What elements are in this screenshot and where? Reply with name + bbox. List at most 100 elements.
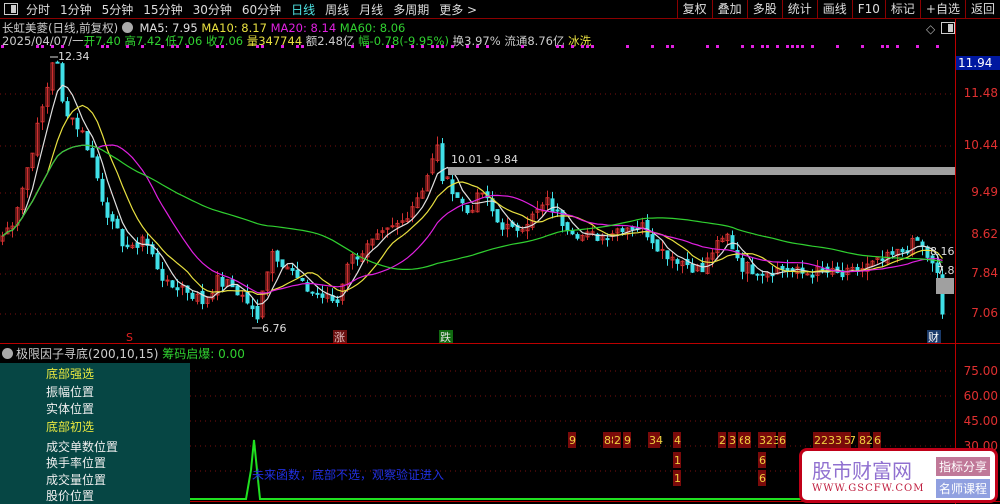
candle-body [390,225,395,228]
candle-body [335,299,340,303]
current-price-label: 11.94 [956,56,1000,70]
candle-body [165,279,170,282]
signal-dot [476,45,479,48]
dropdown-icon[interactable] [2,348,13,359]
price-axis-label: 7.84 [971,266,998,280]
signal-dot [126,45,129,48]
indicator-legend-item: 换手率位置 [46,456,107,470]
candle-body [290,268,295,271]
candle-body [80,130,85,133]
candle-body [565,222,570,232]
signal-dot [776,45,779,48]
logo-button-indicators[interactable]: 指标分享 [936,457,991,476]
signal-value: 2 [614,434,621,447]
candle-body [915,237,920,241]
candle-body [820,268,825,271]
signal-dot [296,45,299,48]
signal-value: 3 [729,434,736,447]
candle-body [480,192,485,195]
signal-dot [561,45,564,48]
indicator-legend-item: 实体位置 [46,402,95,416]
signal-dot [581,45,584,48]
toolbar-button[interactable]: 返回 [964,0,1000,19]
candle-body [125,244,130,248]
last-low-label: 7.8 [937,264,955,277]
candle-body [925,246,930,258]
candle-body [750,264,755,275]
indicator-value: 筹码启爆: 0.00 [162,347,245,361]
signal-dot [281,45,284,48]
high-label: 12.34 [58,50,90,63]
candle-body [440,143,445,182]
candle-body [620,228,625,233]
signal-dot [391,45,394,48]
signal-dot [36,45,39,48]
candle-body [110,214,115,222]
signal-marker: 财 [928,330,939,344]
signal-dot [451,45,454,48]
candle-body [900,248,905,253]
candle-body [75,117,80,130]
candle-body [665,250,670,260]
signal-dot [861,45,864,48]
signal-dot [141,45,144,48]
candle-body [560,210,565,226]
signal-dot [86,45,89,48]
signal-dot [261,45,264,48]
watermark-logo: 股市财富网 WWW.GSCFW.COM 指标分享 名师课程 [799,448,998,503]
candle-body [740,257,745,272]
signal-dot [486,45,489,48]
signal-dot [351,45,354,48]
candle-body [810,274,815,278]
signal-value: 6 [874,434,881,447]
candle-body [880,258,885,261]
signal-dot [881,45,884,48]
signal-dot [886,45,889,48]
axis-divider [955,19,956,504]
signal-dot [216,45,219,48]
signal-dot [796,45,799,48]
candle-body [550,198,555,213]
signal-value: 82 [859,434,873,447]
candle-body [275,250,280,262]
candle-body [70,117,75,120]
signal-dot [786,45,789,48]
candle-body [655,239,660,252]
price-axis-label: 8.62 [971,227,998,241]
last-high-label: 8.16 [930,245,955,258]
candle-body [105,202,110,218]
price-axis-label: 10.44 [963,138,998,152]
signal-dot [51,45,54,48]
signal-dot [571,45,574,48]
signal-dot [61,45,64,48]
indicator-legend-item: 底部初选 [46,420,95,434]
price-range-bar [448,167,955,175]
signal-dot [811,45,814,48]
candle-body [675,259,680,264]
signal-value: 9 [624,434,631,447]
indicator-axis-label: 75.00 [963,364,998,378]
signal-dot [176,45,179,48]
candle-body [60,63,65,102]
candle-body [255,305,260,320]
candle-body [690,263,695,273]
signal-dot [1,45,4,48]
candle-body [155,253,160,270]
candle-body [315,292,320,295]
signal-marker: 跌 [440,330,451,344]
candle-body [570,230,575,235]
signal-dot [41,45,44,48]
signal-dot [671,45,674,48]
signal-value: 2 [719,434,726,447]
signal-value: 9 [569,434,576,447]
candle-body [455,192,460,198]
candle-body [355,256,360,260]
indicator-title: 极限因子寻底(200,10,15) [16,347,159,361]
signal-value: 5 [844,434,851,447]
logo-button-courses[interactable]: 名师课程 [936,479,991,498]
signal-dot [791,45,794,48]
signal-dot [751,45,754,48]
signal-dot [186,45,189,48]
candle-body [495,209,500,223]
signal-value: 1 [674,472,681,485]
